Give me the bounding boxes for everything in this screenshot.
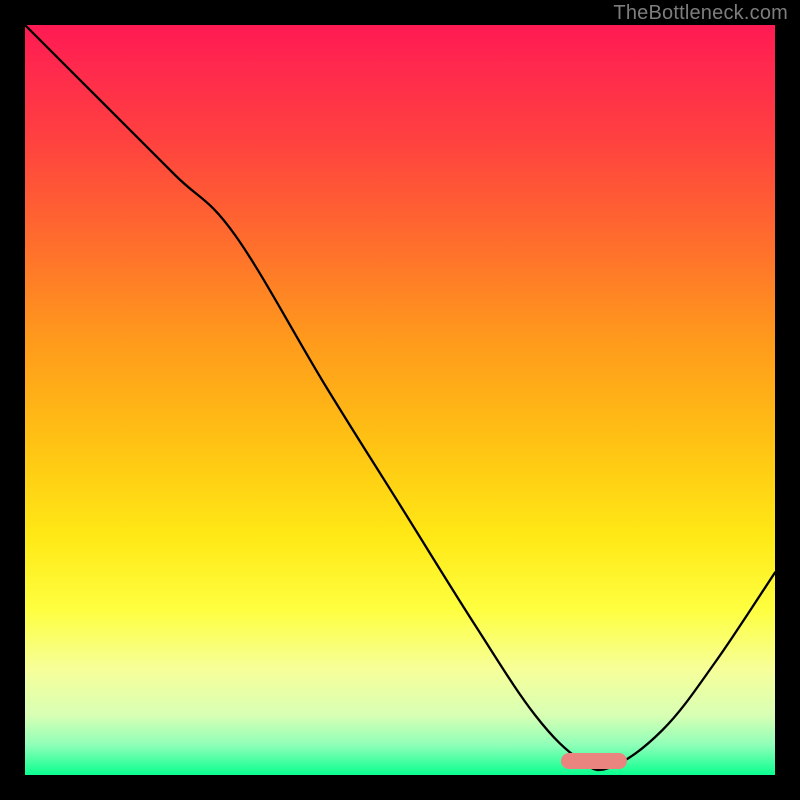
bottleneck-curve: [25, 25, 775, 770]
chart-frame: TheBottleneck.com: [0, 0, 800, 800]
plot-area: [25, 25, 775, 775]
curve-svg: [25, 25, 775, 775]
watermark-text: TheBottleneck.com: [613, 2, 788, 25]
optimum-marker: [561, 753, 627, 770]
